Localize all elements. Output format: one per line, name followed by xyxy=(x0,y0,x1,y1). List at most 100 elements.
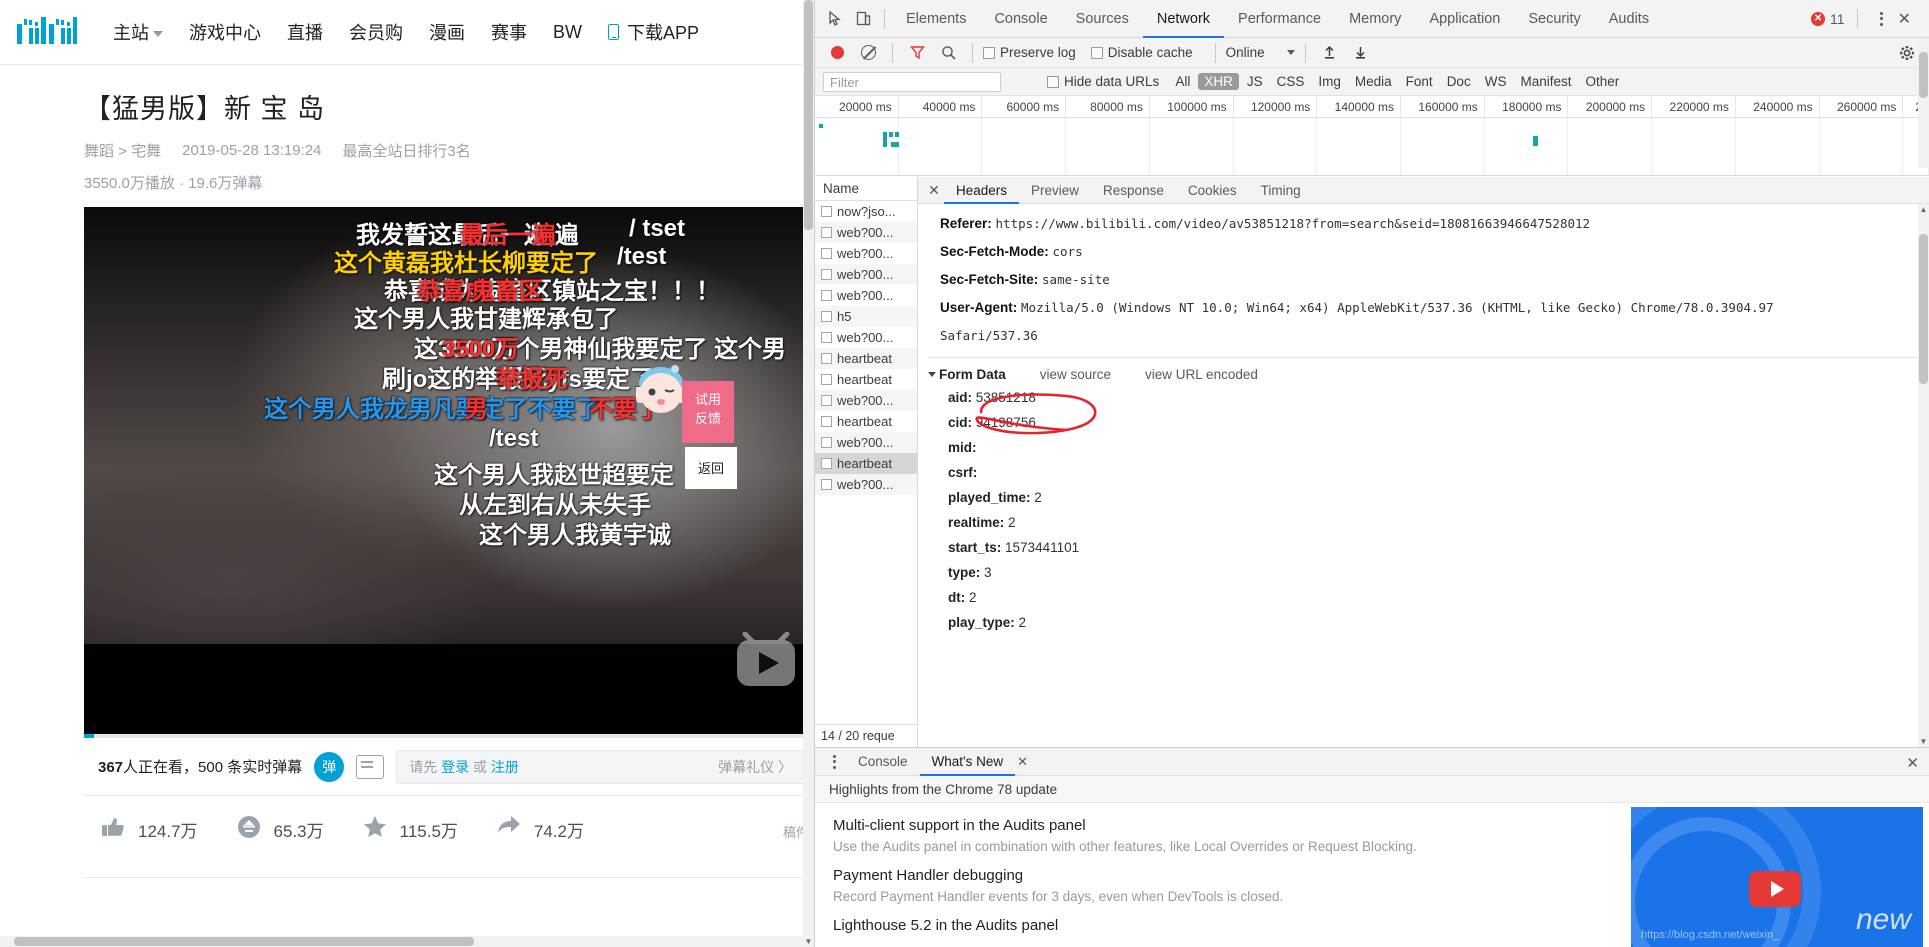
network-overview-timeline[interactable]: 20000 ms 40000 ms 60000 ms 80000 ms 100000 m… xyxy=(815,96,1929,176)
feedback-button[interactable]: 试用 反馈 xyxy=(682,381,734,443)
action-like[interactable]: 124.7万 xyxy=(100,814,198,845)
action-coin[interactable]: 65.3万 xyxy=(236,814,324,845)
detail-tab-cookies[interactable]: Cookies xyxy=(1176,177,1249,204)
request-list-item[interactable]: heartbeat xyxy=(815,453,917,474)
hide-data-urls-checkbox[interactable]: Hide data URLs xyxy=(1047,74,1159,89)
request-list-item[interactable]: heartbeat xyxy=(815,369,917,390)
filter-type-doc[interactable]: Doc xyxy=(1441,73,1477,90)
play-button-icon[interactable] xyxy=(735,631,797,694)
bilibili-logo[interactable] xyxy=(16,16,78,48)
scroll-thumb[interactable] xyxy=(1919,52,1928,98)
tab-application[interactable]: Application xyxy=(1415,0,1514,38)
filter-type-css[interactable]: CSS xyxy=(1271,73,1311,90)
request-list-item[interactable]: heartbeat xyxy=(815,411,917,432)
danmaku-etiquette-link[interactable]: 弹幕礼仪 〉 xyxy=(718,757,792,777)
scroll-thumb[interactable] xyxy=(1919,234,1928,384)
request-list-header[interactable]: Name xyxy=(815,177,917,201)
tab-security[interactable]: Security xyxy=(1514,0,1594,38)
filter-type-img[interactable]: Img xyxy=(1312,73,1347,90)
request-list-item[interactable]: web?00... xyxy=(815,243,917,264)
view-source-link[interactable]: view source xyxy=(1040,367,1111,382)
checkbox-icon[interactable] xyxy=(821,269,832,280)
checkbox-icon[interactable] xyxy=(821,290,832,301)
drawer-more-options-icon[interactable] xyxy=(823,754,846,769)
throttling-select[interactable]: Online xyxy=(1226,45,1295,60)
nav-item-manga[interactable]: 漫画 xyxy=(416,19,478,45)
danmaku-input[interactable]: 请先 登录 或 注册 弹幕礼仪 〉 xyxy=(396,749,805,784)
error-counter[interactable]: ✕ 11 ✕ xyxy=(1811,8,1923,29)
video-progress-bar[interactable] xyxy=(84,734,814,738)
drawer-tab-console[interactable]: Console xyxy=(846,748,920,776)
nav-item-esports[interactable]: 赛事 xyxy=(478,19,540,45)
import-har-button[interactable] xyxy=(1316,40,1344,66)
close-whats-new-icon[interactable]: ✕ xyxy=(1009,754,1036,770)
filter-type-ws[interactable]: WS xyxy=(1479,73,1513,90)
filter-type-font[interactable]: Font xyxy=(1400,73,1439,90)
more-options-icon[interactable] xyxy=(1870,11,1893,26)
checkbox-icon[interactable] xyxy=(821,311,832,322)
nav-item-bw[interactable]: BW xyxy=(540,22,595,43)
scroll-up-arrow-icon[interactable]: ▲ xyxy=(1918,204,1929,215)
scroll-down-arrow-icon[interactable]: ▼ xyxy=(803,936,814,947)
filter-type-manifest[interactable]: Manifest xyxy=(1514,73,1577,90)
whats-new-video-card[interactable]: new https://blog.csdn.net/weixin_ xyxy=(1631,807,1923,947)
filter-type-all[interactable]: All xyxy=(1169,73,1196,90)
checkbox-icon[interactable] xyxy=(821,206,832,217)
back-button[interactable]: 返回 xyxy=(685,447,737,489)
video-category[interactable]: 舞蹈 > 宅舞 xyxy=(84,140,161,161)
request-list-item[interactable]: web?00... xyxy=(815,285,917,306)
page-vertical-scrollbar[interactable]: ▲ ▼ xyxy=(803,0,814,947)
timeline-scrollbar[interactable] xyxy=(1918,38,1929,168)
detail-tab-preview[interactable]: Preview xyxy=(1019,177,1091,204)
detail-tab-response[interactable]: Response xyxy=(1091,177,1176,204)
nav-item-games[interactable]: 游戏中心 xyxy=(176,19,274,45)
page-horizontal-scrollbar[interactable] xyxy=(0,936,803,947)
close-detail-icon[interactable]: ✕ xyxy=(924,182,944,199)
request-list-item[interactable]: web?00... xyxy=(815,390,917,411)
nav-item-live[interactable]: 直播 xyxy=(274,19,336,45)
export-har-button[interactable] xyxy=(1347,40,1375,66)
checkbox-icon[interactable] xyxy=(821,458,832,469)
detail-tab-timing[interactable]: Timing xyxy=(1249,177,1313,204)
nav-item-download-app[interactable]: 下载APP xyxy=(595,19,712,45)
checkbox-icon[interactable] xyxy=(821,353,832,364)
request-list-item[interactable]: web?00... xyxy=(815,432,917,453)
detail-scrollbar[interactable]: ▲ ▼ xyxy=(1918,204,1929,747)
tab-memory[interactable]: Memory xyxy=(1335,0,1415,38)
view-url-encoded-link[interactable]: view URL encoded xyxy=(1145,367,1258,382)
form-data-header[interactable]: Form Data view source view URL encoded xyxy=(918,358,1929,385)
tab-elements[interactable]: Elements xyxy=(892,0,980,38)
danmaku-settings-icon[interactable] xyxy=(356,754,385,779)
tab-performance[interactable]: Performance xyxy=(1224,0,1335,38)
checkbox-icon[interactable] xyxy=(821,437,832,448)
checkbox-icon[interactable] xyxy=(821,479,832,490)
request-list-item[interactable]: heartbeat xyxy=(815,348,917,369)
checkbox-icon[interactable] xyxy=(821,248,832,259)
checkbox-icon[interactable] xyxy=(821,227,832,238)
search-icon[interactable] xyxy=(934,40,962,66)
danmaku-toggle-icon[interactable]: 弹 xyxy=(314,751,345,782)
filter-type-js[interactable]: JS xyxy=(1241,73,1269,90)
checkbox-icon[interactable] xyxy=(821,416,832,427)
video-player[interactable]: 我发誓这最后一遍,遍 / tset 最后一遍 这个黄磊我杜长柳要定了/test 恭喜成为… xyxy=(84,207,814,734)
clear-button[interactable] xyxy=(854,40,882,66)
close-drawer-icon[interactable]: ✕ xyxy=(1906,754,1919,772)
request-list-item[interactable]: web?00... xyxy=(815,222,917,243)
tab-audits[interactable]: Audits xyxy=(1595,0,1663,38)
tab-console[interactable]: Console xyxy=(980,0,1061,38)
inspect-element-icon[interactable] xyxy=(821,6,849,32)
checkbox-icon[interactable] xyxy=(821,332,832,343)
gear-icon[interactable] xyxy=(1893,40,1921,66)
tab-network[interactable]: Network xyxy=(1143,0,1224,38)
request-list-item[interactable]: now?jso... xyxy=(815,201,917,222)
nav-item-home[interactable]: 主站 xyxy=(100,19,176,45)
checkbox-icon[interactable] xyxy=(821,395,832,406)
checkbox-icon[interactable] xyxy=(821,374,832,385)
request-list-item[interactable]: h5 xyxy=(815,306,917,327)
close-devtools-icon[interactable]: ✕ xyxy=(1898,9,1919,29)
scroll-down-arrow-icon[interactable]: ▼ xyxy=(1918,736,1929,747)
filter-type-other[interactable]: Other xyxy=(1579,73,1625,90)
detail-tab-headers[interactable]: Headers xyxy=(944,177,1019,204)
drawer-tab-whats-new[interactable]: What's New xyxy=(920,748,1016,776)
filter-type-xhr[interactable]: XHR xyxy=(1198,73,1239,90)
